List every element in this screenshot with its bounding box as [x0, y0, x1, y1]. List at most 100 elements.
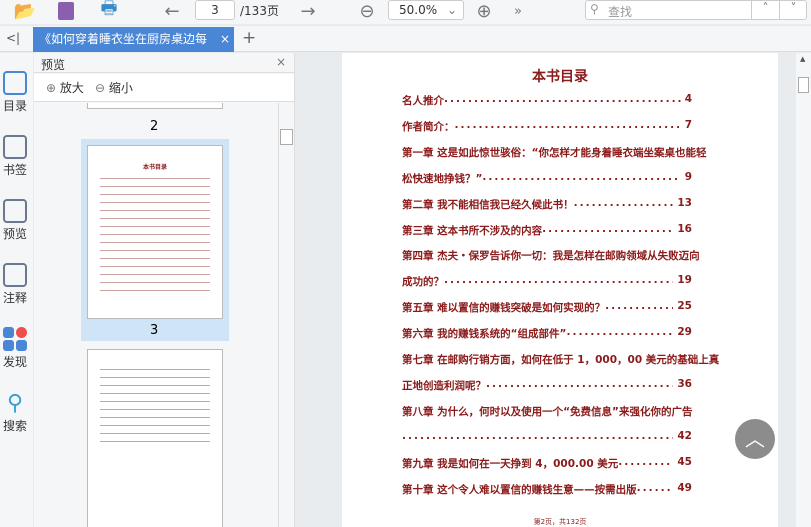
scrollbar-thumb[interactable] [280, 129, 293, 145]
toc-entry-text: 第十章 这个令人难以置信的赚钱生意——按需出版 [402, 483, 637, 496]
zoom-in-icon[interactable]: ⊕ [472, 0, 496, 22]
toc-entry-text: 正地创造利润呢？ [402, 379, 486, 392]
search-next-button[interactable]: ˅ [779, 1, 807, 19]
toc-entry[interactable]: 第四章 杰夫・保罗告诉你一切：我是怎样在邮购领域从失败迈向 [402, 248, 700, 263]
toc-leader: ........................................… [402, 429, 673, 442]
more-icon[interactable]: » [508, 0, 528, 22]
toc-entry-text: 第八章 为什么，何时以及使用一个“免费信息”来强化你的广告 [402, 405, 693, 418]
note-icon [3, 263, 27, 287]
sidebar-item-annotation[interactable]: 注释 [0, 263, 30, 306]
thumbnail-scrollbar[interactable] [278, 103, 294, 527]
toc-entry[interactable]: 第七章 在邮购行销方面，如何在低于 1，000，00 美元的基础上真 [402, 352, 719, 367]
toc-entry[interactable]: 第六章 我的赚钱系统的“组成部件”.......................… [402, 326, 692, 341]
toc-entry-text: 第二章 我不能相信我已经久候此书！ [402, 198, 574, 211]
next-page-icon[interactable]: → [296, 0, 320, 22]
toc-entry-text: 第三章 这本书所不涉及的内容 [402, 224, 543, 237]
toc-leader: ........................................… [573, 196, 674, 209]
page-thumbnail[interactable]: 本书目录 [87, 145, 223, 319]
sidebar-item-toc[interactable]: 目录 [0, 71, 30, 114]
toc-leader: ........................................… [444, 93, 681, 105]
preview-title: 预览 [41, 58, 66, 72]
thumbnail-list: 2 本书目录 3 [34, 103, 278, 527]
document-page: 本书目录 名人推介...............................… [342, 53, 778, 527]
toc-entry[interactable]: 第八章 为什么，何时以及使用一个“免费信息”来强化你的广告 [402, 404, 692, 419]
bookmark-icon [3, 135, 27, 159]
toc-entry[interactable]: 成功的？....................................… [402, 274, 692, 289]
search-icon: ⚲ [590, 2, 599, 16]
toc-page-number: 7 [684, 118, 692, 131]
left-sidebar: 目录 书签 预览 注释 发现 ⚲ 搜索 [0, 53, 33, 527]
zoom-in-thumb-button[interactable]: ⊕ 放大 [46, 79, 84, 96]
collapse-sidebar-icon[interactable]: <| [6, 31, 20, 45]
document-scrollbar[interactable]: ▲ [796, 53, 811, 527]
toc-entry[interactable]: 松快速地挣钱？”................................… [402, 171, 692, 186]
save-icon[interactable] [55, 0, 77, 22]
zoom-out-icon: ⊖ [95, 81, 106, 95]
toc-entry[interactable]: 第一章 这是如此惊世骇俗：“你怎样才能身着睡衣端坐案桌也能轻 [402, 145, 707, 160]
sidebar-item-search[interactable]: ⚲ 搜索 [0, 391, 30, 434]
print-icon[interactable]: 🖶 [97, 0, 121, 22]
toc-entry[interactable]: 第三章 这本书所不涉及的内容..........................… [402, 223, 692, 238]
tab-document[interactable]: 《如何穿着睡衣坐在厨房桌边每 × [33, 27, 234, 52]
page-thumbnail[interactable] [87, 349, 223, 527]
toc-entry-text: 作者简介： [402, 120, 455, 133]
page-total: /133页 [240, 4, 279, 18]
sidebar-item-discover[interactable]: 发现 [0, 327, 30, 370]
search-box[interactable]: ⚲ 查找 ˄ ˅ [585, 0, 807, 20]
toc-leader: ........................................… [542, 222, 674, 235]
toc-entry[interactable]: 第二章 我不能相信我已经久候此书！.......................… [402, 197, 692, 212]
toc-leader: ........................................… [482, 170, 681, 183]
toc-page-number: 45 [677, 455, 692, 468]
zoom-in-icon: ⊕ [46, 81, 57, 95]
toc-entry[interactable]: 作者简介：...................................… [402, 119, 692, 134]
search-prev-button[interactable]: ˄ [751, 1, 779, 19]
toc-entry-text: 第一章 这是如此惊世骇俗：“你怎样才能身着睡衣端坐案桌也能轻 [402, 146, 707, 159]
zoom-value: 50.0% [399, 3, 438, 17]
zoom-out-thumb-button[interactable]: ⊖ 缩小 [95, 79, 133, 96]
toc-entry[interactable]: 第九章 我是如何在一天挣到 4，000.00 美元...............… [402, 456, 692, 471]
zoom-select[interactable]: 50.0% ⌄ [388, 0, 464, 20]
tab-bar: <| 《如何穿着睡衣坐在厨房桌边每 × + [0, 26, 811, 52]
page-number-input[interactable]: 3 [195, 0, 235, 20]
sidebar-item-bookmark[interactable]: 书签 [0, 135, 30, 178]
toc-entry-text: 第四章 杰夫・保罗告诉你一切：我是怎样在邮购领域从失败迈向 [402, 250, 700, 263]
tab-close-icon[interactable]: × [216, 27, 234, 52]
chevron-down-icon: ⌄ [446, 3, 457, 17]
zoom-out-icon[interactable]: ⊖ [355, 0, 379, 22]
toc-entry[interactable]: 第十章 这个令人难以置信的赚钱生意——按需出版.................… [402, 482, 692, 497]
toc-page-number: 16 [677, 222, 692, 235]
toc-title: 本书目录 [532, 69, 588, 85]
toc-entry-text: 第九章 我是如何在一天挣到 4，000.00 美元 [402, 457, 619, 470]
scrollbar-thumb[interactable] [798, 77, 809, 93]
page-thumbnail[interactable] [87, 103, 223, 109]
pages-icon [3, 199, 27, 223]
toc-page-number: 29 [677, 326, 692, 339]
toc-leader: ........................................… [486, 377, 673, 390]
prev-page-icon[interactable]: ← [160, 0, 184, 22]
search-input[interactable]: 查找 [608, 3, 632, 20]
toc-leader: ........................................… [636, 481, 674, 494]
preview-close-icon[interactable]: × [276, 55, 286, 69]
toc-page-number: 25 [677, 300, 692, 313]
thumb-page-number: 3 [150, 323, 159, 338]
toc-entry[interactable]: 名人推介....................................… [402, 93, 692, 108]
toc-page-number: 19 [677, 274, 692, 287]
toc-entry[interactable]: ........................................… [402, 430, 692, 442]
preview-panel: 预览 × ⊕ 放大 ⊖ 缩小 2 本书目录 3 [34, 53, 295, 527]
toc-entry[interactable]: 正地创造利润呢？................................… [402, 378, 692, 393]
toc-leader: ........................................… [605, 300, 673, 313]
toc-entry[interactable]: 第五章 难以置信的赚钱突破是如何实现的？....................… [402, 300, 692, 315]
back-to-top-button[interactable]: ︿ [735, 419, 775, 459]
open-folder-icon[interactable]: 📂 [12, 0, 38, 22]
toc-page-number: 36 [677, 377, 692, 390]
thumb-page-number: 2 [150, 119, 159, 134]
sidebar-item-preview[interactable]: 预览 [0, 199, 30, 242]
tab-title: 《如何穿着睡衣坐在厨房桌边每 [39, 32, 208, 46]
search-icon: ⚲ [6, 391, 24, 416]
toc-entry-text: 第七章 在邮购行销方面，如何在低于 1，000，00 美元的基础上真 [402, 354, 720, 366]
scroll-up-icon[interactable]: ▲ [800, 55, 805, 63]
new-tab-button[interactable]: + [242, 28, 256, 48]
toc-entry-text: 第五章 难以置信的赚钱突破是如何实现的？ [402, 302, 606, 315]
toc-leader: ........................................… [566, 326, 674, 339]
toc-leader: ........................................… [618, 455, 673, 468]
